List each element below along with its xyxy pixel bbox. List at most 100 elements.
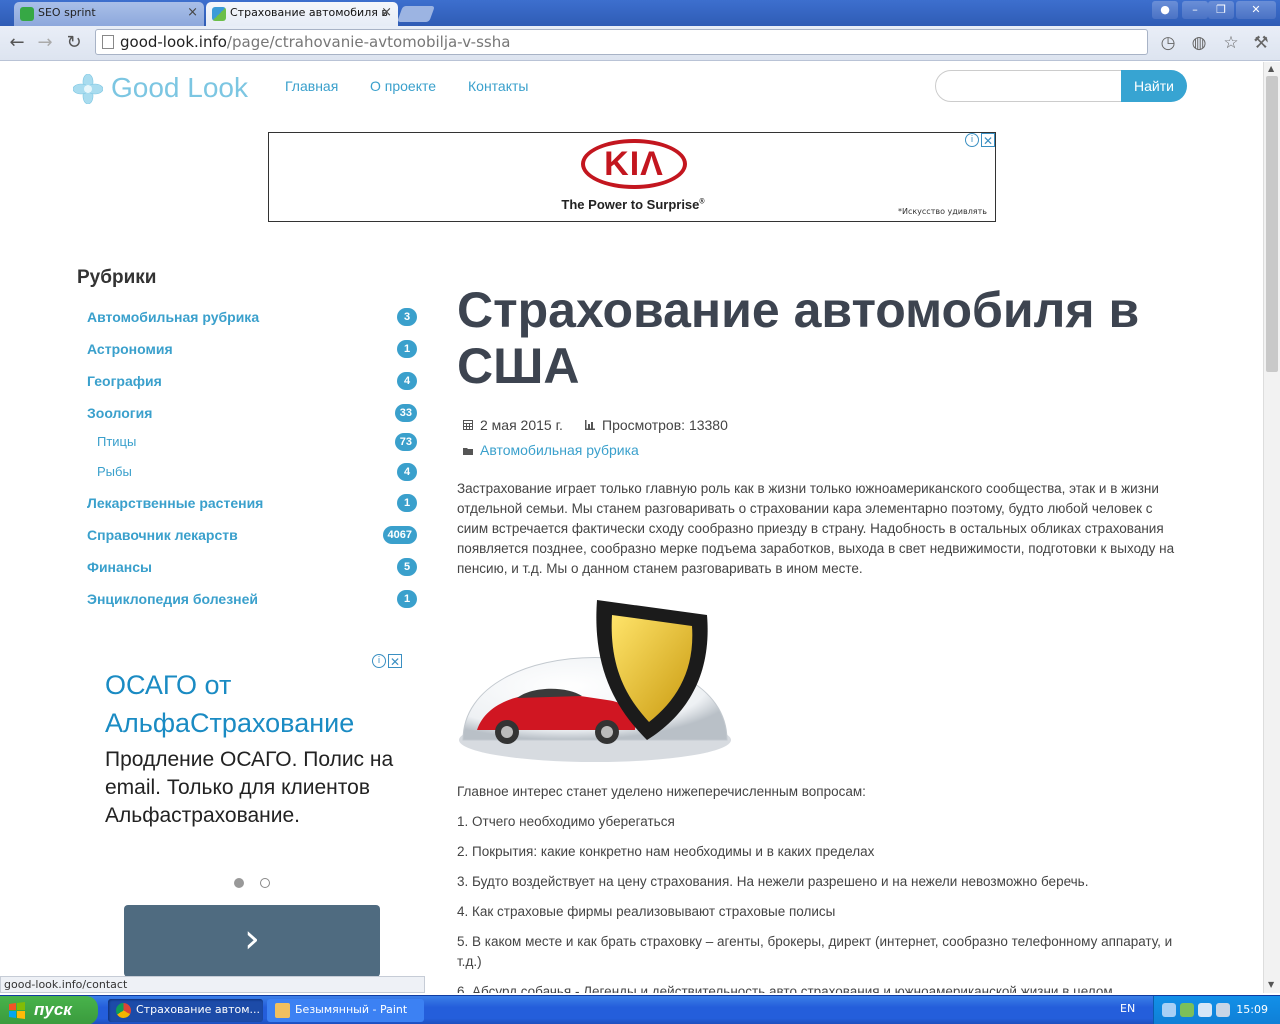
bar-chart-icon xyxy=(585,420,595,430)
carousel-dot-active[interactable] xyxy=(234,878,244,888)
sidebar-item-auto[interactable]: Автомобильная рубрика 3 xyxy=(87,307,417,327)
windows-taskbar: пуск Страхование автом... Безымянный - P… xyxy=(0,995,1280,1024)
article-title: Страхование автомобиля в США xyxy=(457,282,1140,394)
sidebar-item-birds[interactable]: Птицы 73 xyxy=(87,432,417,452)
sidebar-item-medicinal-plants[interactable]: Лекарственные растения 1 xyxy=(87,493,417,513)
sidebar-item-drug-reference[interactable]: Справочник лекарств 4067 xyxy=(87,525,417,545)
start-label: пуск xyxy=(34,1000,72,1019)
status-bar: good-look.info/contact xyxy=(0,976,425,993)
article-category-link[interactable]: Автомобильная рубрика xyxy=(480,442,639,458)
category-label[interactable]: Рыбы xyxy=(97,464,132,479)
count-badge: 4 xyxy=(397,372,417,390)
task-label: Безымянный - Paint xyxy=(295,1003,408,1016)
category-label[interactable]: Энциклопедия болезней xyxy=(87,591,258,607)
category-label[interactable]: Лекарственные растения xyxy=(87,495,263,511)
scroll-down-icon[interactable]: ▼ xyxy=(1268,980,1274,989)
menu-wrench-icon[interactable]: ⚒ xyxy=(1250,32,1272,54)
taskbar-item-paint[interactable]: Безымянный - Paint xyxy=(267,999,424,1022)
category-label[interactable]: География xyxy=(87,373,162,389)
tab-title: Страхование автомобиля в xyxy=(230,6,388,19)
close-icon[interactable]: ✕ xyxy=(981,133,995,148)
category-label[interactable]: Автомобильная рубрика xyxy=(87,309,259,325)
sidebar-item-fish[interactable]: Рыбы 4 xyxy=(87,462,417,482)
count-badge: 1 xyxy=(397,494,417,512)
url-host: good-look.info xyxy=(120,33,227,51)
chrome-icon xyxy=(116,1003,131,1018)
close-icon[interactable]: × xyxy=(187,2,198,24)
logo-flower-icon xyxy=(73,74,103,104)
tray-volume-icon[interactable] xyxy=(1198,1003,1212,1017)
sidebar-item-astronomy[interactable]: Астрономия 1 xyxy=(87,339,417,359)
start-button[interactable]: пуск xyxy=(0,996,98,1024)
top-ad-banner[interactable]: KIΛ The Power to Surprise® *Искусство уд… xyxy=(268,132,996,222)
site-logo[interactable]: Good Look xyxy=(73,72,248,104)
tab-active-article[interactable]: Страхование автомобиля в × xyxy=(206,2,398,26)
ad-choices[interactable]: i ✕ xyxy=(965,133,995,148)
article-intro: Застрахование играет только главную роль… xyxy=(457,481,1175,576)
language-indicator[interactable]: EN xyxy=(1120,1002,1135,1015)
bookmark-star-icon[interactable]: ☆ xyxy=(1220,32,1242,54)
scroll-up-icon[interactable]: ▲ xyxy=(1268,64,1274,73)
category-label[interactable]: Птицы xyxy=(97,434,136,449)
close-icon[interactable]: × xyxy=(381,2,392,24)
page-scrollbar[interactable]: ▲ ▼ xyxy=(1263,62,1280,993)
ad-small-text: *Искусство удивлять xyxy=(897,207,987,216)
tray-status-icon[interactable] xyxy=(1216,1003,1230,1017)
ad-next-button[interactable]: › xyxy=(124,905,380,977)
close-window-button[interactable]: ✕ xyxy=(1236,1,1276,19)
address-bar[interactable]: good-look.info/page/ctrahovanie-avtomobi… xyxy=(95,29,1148,55)
system-tray: 15:09 xyxy=(1153,996,1280,1024)
tray-app-icon[interactable] xyxy=(1180,1003,1194,1017)
nav-contacts-link[interactable]: Контакты xyxy=(468,78,528,94)
car-insurance-image xyxy=(459,600,731,762)
search-button[interactable]: Найти xyxy=(1121,70,1187,102)
page-viewport: Good Look Главная О проекте Контакты Най… xyxy=(0,62,1263,993)
back-arrow-icon[interactable]: ← xyxy=(6,32,28,54)
sidebar-item-finance[interactable]: Финансы 5 xyxy=(87,557,417,577)
nav-about-link[interactable]: О проекте xyxy=(370,78,436,94)
tab-seo-sprint[interactable]: SEO sprint × xyxy=(14,2,204,26)
ad-headline[interactable]: ОСАГО от АльфаСтрахование xyxy=(105,666,405,742)
sidebar-item-geography[interactable]: География 4 xyxy=(87,371,417,391)
browser-toolbar: ← → ↻ good-look.info/page/ctrahovanie-av… xyxy=(0,26,1280,61)
calendar-icon xyxy=(463,420,473,430)
sidebar-ad[interactable]: i ✕ ОСАГО от АльфаСтрахование Продление … xyxy=(87,652,417,992)
new-tab-button[interactable] xyxy=(397,6,435,22)
scrollbar-thumb[interactable] xyxy=(1266,76,1278,372)
info-icon[interactable]: i xyxy=(965,133,979,147)
forward-arrow-icon[interactable]: → xyxy=(34,32,56,54)
sidebar-item-diseases[interactable]: Энциклопедия болезней 1 xyxy=(87,589,417,609)
tray-network-icon[interactable] xyxy=(1162,1003,1176,1017)
category-label[interactable]: Финансы xyxy=(87,559,152,575)
taskbar-item-chrome[interactable]: Страхование автом... xyxy=(108,999,263,1022)
article-date: 2 мая 2015 г. xyxy=(480,417,563,433)
search-input[interactable] xyxy=(935,70,1125,102)
restore-button[interactable]: ❐ xyxy=(1208,1,1234,19)
category-label[interactable]: Справочник лекарств xyxy=(87,527,238,543)
kia-logo: KIΛ xyxy=(581,139,687,189)
count-badge: 33 xyxy=(394,404,417,422)
category-label[interactable]: Астрономия xyxy=(87,341,173,357)
list-item: 2. Покрытия: какие конкретно нам необход… xyxy=(457,844,875,859)
clock[interactable]: 15:09 xyxy=(1236,1003,1268,1016)
reload-icon[interactable]: ↻ xyxy=(63,32,85,54)
url-path: /page/ctrahovanie-avtomobilja-v-ssha xyxy=(226,33,511,51)
browser-tabstrip: SEO sprint × Страхование автомобиля в × … xyxy=(0,0,1280,26)
tab-title: SEO sprint xyxy=(38,6,96,19)
category-label[interactable]: Зоология xyxy=(87,405,152,421)
count-badge: 1 xyxy=(397,590,417,608)
seo-sprint-favicon-icon xyxy=(20,7,34,21)
carousel-dot[interactable] xyxy=(260,878,270,888)
extension-timer-icon[interactable]: ◷ xyxy=(1157,32,1179,54)
page-favicon-icon xyxy=(212,7,226,21)
ad-tagline-mark: ® xyxy=(699,198,705,206)
nav-home-link[interactable]: Главная xyxy=(285,78,338,94)
task-label: Страхование автом... xyxy=(136,1003,261,1016)
ad-tagline: The Power to Surprise® xyxy=(269,197,997,212)
minimize-button[interactable]: – xyxy=(1182,1,1208,19)
list-item: 5. В каком месте и как брать страховку –… xyxy=(457,934,1173,969)
globe-icon[interactable]: ◍ xyxy=(1188,32,1210,54)
sidebar-item-zoology[interactable]: Зоология 33 xyxy=(87,403,417,423)
user-icon[interactable]: ● xyxy=(1152,1,1178,19)
count-badge: 73 xyxy=(394,433,417,451)
